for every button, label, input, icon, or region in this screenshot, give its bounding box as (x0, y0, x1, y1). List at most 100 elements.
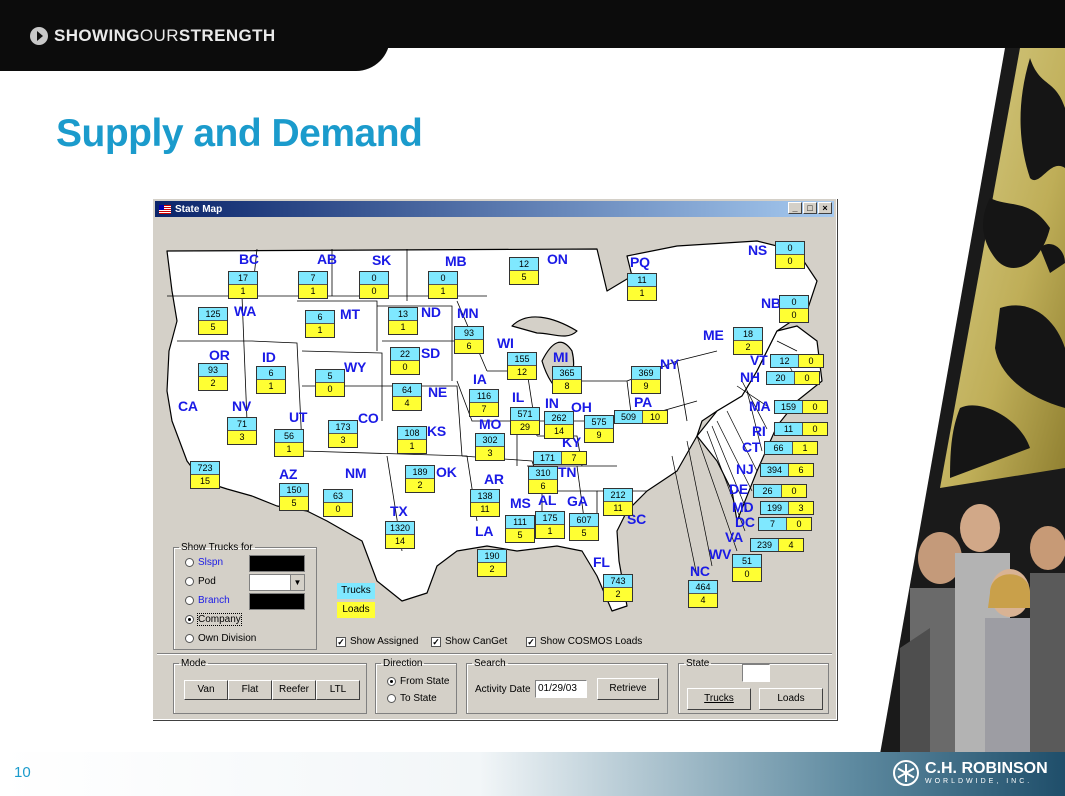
count-box-ab[interactable]: 71 (298, 271, 328, 299)
count-box-ks[interactable]: 108 1 (397, 426, 427, 454)
count-box-ok[interactable]: 189 2 (405, 465, 435, 493)
check-icon[interactable]: ✓ (336, 636, 346, 647)
state-label-bc[interactable]: BC (239, 251, 259, 267)
state-label-tx[interactable]: TX (390, 503, 408, 519)
count-box-ia[interactable]: 116 7 (469, 389, 499, 417)
count-box-wv[interactable]: 51 0 (732, 554, 762, 582)
radio-pod[interactable]: Pod (185, 576, 216, 587)
window-titlebar[interactable]: State Map _ □ × (155, 201, 834, 217)
show-assigned-checkbox[interactable]: ✓ Show Assigned (336, 636, 418, 647)
count-box-ga[interactable]: 607 5 (569, 513, 599, 541)
state-trucks-button[interactable]: Trucks (687, 688, 751, 710)
radio-button[interactable] (185, 558, 194, 567)
state-label-mn[interactable]: MN (457, 305, 479, 321)
count-box-wy[interactable]: 50 (315, 369, 345, 397)
state-label-pa[interactable]: PA (634, 394, 652, 410)
state-label-mi[interactable]: MI (553, 349, 568, 365)
radio-to-state[interactable]: To State (387, 693, 437, 704)
check-icon[interactable]: ✓ (526, 636, 536, 647)
radio-company[interactable]: Company (185, 613, 242, 626)
count-box-mn[interactable]: 93 6 (454, 326, 484, 354)
count-box-in[interactable]: 262 14 (544, 411, 574, 439)
count-box-de[interactable]: 26 0 (753, 484, 807, 498)
state-label-de[interactable]: DE (729, 481, 748, 497)
state-label-wv[interactable]: WV (709, 546, 731, 562)
van-button[interactable]: Van (184, 680, 228, 700)
count-box-ca[interactable]: 723 15 (190, 461, 220, 489)
state-label-or[interactable]: OR (209, 347, 230, 363)
count-box-bc[interactable]: 17 1 (228, 271, 258, 299)
count-box-mo[interactable]: 302 3 (475, 433, 505, 461)
count-box-ut[interactable]: 56 1 (274, 429, 304, 457)
state-input[interactable] (742, 664, 770, 682)
count-box-id[interactable]: 61 (256, 366, 286, 394)
count-box-co[interactable]: 173 3 (328, 420, 358, 448)
count-box-dc[interactable]: 70 (758, 517, 812, 531)
count-box-pq[interactable]: 11 1 (627, 273, 657, 301)
radio-from-state[interactable]: From State (387, 676, 449, 687)
radio-branch[interactable]: Branch (185, 595, 230, 606)
show-cosmos-checkbox[interactable]: ✓ Show COSMOS Loads (526, 636, 642, 647)
count-box-tn[interactable]: 310 6 (528, 466, 558, 494)
state-label-nd[interactable]: ND (421, 304, 441, 320)
radio-slspn[interactable]: Slspn (185, 557, 223, 568)
state-label-ms[interactable]: MS (510, 495, 531, 511)
count-box-nd[interactable]: 13 1 (388, 307, 418, 335)
state-label-ma[interactable]: MA (749, 398, 771, 414)
state-label-tn[interactable]: TN (558, 464, 576, 480)
state-label-nh[interactable]: NH (740, 369, 760, 385)
count-box-wa[interactable]: 125 5 (198, 307, 228, 335)
count-box-or[interactable]: 93 2 (198, 363, 228, 391)
state-label-la[interactable]: LA (475, 523, 493, 539)
state-label-fl[interactable]: FL (593, 554, 610, 570)
state-label-wy[interactable]: WY (344, 359, 366, 375)
state-label-mo[interactable]: MO (479, 416, 501, 432)
state-label-ar[interactable]: AR (484, 471, 504, 487)
retrieve-button[interactable]: Retrieve (597, 678, 659, 700)
count-box-nv[interactable]: 71 3 (227, 417, 257, 445)
count-box-va[interactable]: 239 4 (750, 538, 804, 552)
count-box-on[interactable]: 12 5 (509, 257, 539, 285)
count-box-nm[interactable]: 63 0 (323, 489, 353, 517)
count-box-nb[interactable]: 00 (779, 295, 809, 323)
branch-color-swatch[interactable] (249, 593, 305, 610)
count-box-ns[interactable]: 00 (775, 241, 805, 269)
state-label-nc[interactable]: NC (690, 563, 710, 579)
check-icon[interactable]: ✓ (431, 636, 441, 647)
radio-button[interactable] (185, 596, 194, 605)
count-box-la[interactable]: 190 2 (477, 549, 507, 577)
state-label-nv[interactable]: NV (232, 398, 251, 414)
state-label-va[interactable]: VA (725, 529, 743, 545)
count-box-ky[interactable]: 171 7 (533, 451, 587, 465)
state-label-mt[interactable]: MT (340, 306, 360, 322)
activity-date-input[interactable]: 01/29/03 (535, 680, 587, 698)
state-label-al[interactable]: AL (538, 492, 556, 508)
count-box-pa[interactable]: 509 10 (614, 410, 668, 424)
radio-own-division[interactable]: Own Division (185, 633, 256, 644)
state-label-md[interactable]: MD (732, 499, 754, 515)
state-label-wa[interactable]: WA (234, 303, 256, 319)
maximize-button[interactable]: □ (803, 202, 817, 214)
radio-button[interactable] (185, 634, 194, 643)
state-label-me[interactable]: ME (703, 327, 724, 343)
count-box-al[interactable]: 175 1 (535, 511, 565, 539)
slspn-color-swatch[interactable] (249, 555, 305, 572)
state-label-sd[interactable]: SD (421, 345, 440, 361)
count-box-ma[interactable]: 159 0 (774, 400, 828, 414)
state-label-dc[interactable]: DC (735, 514, 755, 530)
close-button[interactable]: × (818, 202, 832, 214)
state-label-ny[interactable]: NY (660, 356, 679, 372)
state-label-mb[interactable]: MB (445, 253, 467, 269)
count-box-sd[interactable]: 22 0 (390, 347, 420, 375)
count-box-ny[interactable]: 369 9 (631, 366, 661, 394)
count-box-ri[interactable]: 11 0 (774, 422, 828, 436)
radio-button[interactable] (185, 615, 194, 624)
minimize-button[interactable]: _ (788, 202, 802, 214)
count-box-oh[interactable]: 575 9 (584, 415, 614, 443)
count-box-az[interactable]: 150 5 (279, 483, 309, 511)
state-label-in[interactable]: IN (545, 395, 559, 411)
radio-button[interactable] (387, 677, 396, 686)
state-label-pq[interactable]: PQ (630, 254, 650, 270)
count-box-ms[interactable]: 111 5 (505, 515, 535, 543)
state-label-ns[interactable]: NS (748, 242, 767, 258)
